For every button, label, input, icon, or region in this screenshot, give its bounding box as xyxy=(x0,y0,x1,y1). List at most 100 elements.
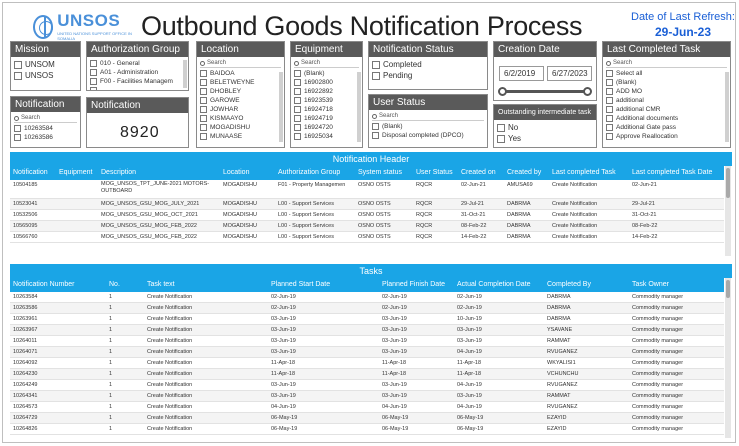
location-option[interactable]: BAIDOA xyxy=(200,69,281,78)
equipment-option[interactable]: 16924718 xyxy=(294,105,359,114)
date-range-track[interactable] xyxy=(502,90,590,93)
auth-group-scrollbar[interactable] xyxy=(183,60,187,88)
checkbox[interactable] xyxy=(200,106,207,113)
location-option[interactable]: MOGADISHU xyxy=(200,123,281,132)
scroll-thumb[interactable] xyxy=(726,280,730,298)
location-option[interactable]: MUNAASE xyxy=(200,132,281,141)
checkbox[interactable] xyxy=(372,132,379,139)
equipment-option[interactable]: 16925034 xyxy=(294,132,359,141)
column-header[interactable]: Last completed Task Date xyxy=(629,166,724,180)
last-task-option[interactable]: ADD MO xyxy=(606,87,727,96)
column-header[interactable]: Location xyxy=(220,166,275,180)
checkbox[interactable] xyxy=(606,115,613,122)
checkbox[interactable] xyxy=(294,115,301,122)
last-task-option[interactable]: Approve Reallocation xyxy=(606,132,727,141)
end-date-handle[interactable] xyxy=(583,87,592,96)
checkbox[interactable] xyxy=(200,133,207,140)
table-row[interactable]: 10264071 1 Create Notification 03-Jun-19 03-… xyxy=(10,347,724,358)
mission-option-unsos[interactable]: UNSOS xyxy=(14,70,77,81)
checkbox[interactable] xyxy=(606,79,613,86)
equipment-option[interactable]: 16924719 xyxy=(294,114,359,123)
checkbox[interactable] xyxy=(14,134,21,141)
checkbox[interactable] xyxy=(14,125,21,132)
checkbox[interactable] xyxy=(200,97,207,104)
location-option[interactable]: DHOBLEY xyxy=(200,87,281,96)
column-header[interactable]: Task Owner xyxy=(629,278,724,292)
location-option[interactable]: GAROWE xyxy=(200,96,281,105)
equipment-option[interactable]: 16922892 xyxy=(294,87,359,96)
notification-table-scrollbar[interactable] xyxy=(725,166,731,256)
column-header[interactable]: Description xyxy=(98,166,220,180)
checkbox[interactable] xyxy=(497,123,505,132)
outstanding-option-yes[interactable]: Yes xyxy=(497,133,593,144)
column-header[interactable]: No. xyxy=(106,278,144,292)
column-header[interactable]: Notification Number xyxy=(10,278,106,292)
table-row[interactable]: 10264729 1 Create Notification 06-May-19 06-… xyxy=(10,413,724,424)
checkbox[interactable] xyxy=(294,79,301,86)
equipment-option[interactable]: 16923539 xyxy=(294,96,359,105)
checkbox[interactable] xyxy=(606,106,613,113)
table-row[interactable]: 10263586 1 Create Notification 02-Jun-19 02-… xyxy=(10,303,724,314)
notification-option[interactable]: 10263586 xyxy=(14,133,77,142)
last-task-option[interactable]: Additional documents xyxy=(606,114,727,123)
auth-group-option[interactable]: - - - - - - - - - - xyxy=(90,86,185,90)
table-row[interactable]: 10532506 MOG_UNSOS_GSU_MOG_OCT_2021 MOGADI… xyxy=(10,210,724,221)
last-task-option[interactable]: additional xyxy=(606,96,727,105)
checkbox[interactable] xyxy=(294,97,301,104)
location-search[interactable]: Search xyxy=(200,59,281,68)
column-header[interactable]: Actual Completion Date xyxy=(454,278,544,292)
location-option[interactable]: JOWHAR xyxy=(200,105,281,114)
table-row[interactable]: 10264341 1 Create Notification 03-Jun-19 03-… xyxy=(10,391,724,402)
column-header[interactable]: Notification xyxy=(10,166,56,180)
checkbox[interactable] xyxy=(294,106,301,113)
outstanding-option-no[interactable]: No xyxy=(497,122,593,133)
auth-group-option[interactable]: F00 - Facilities Managem xyxy=(90,77,185,86)
checkbox[interactable] xyxy=(14,71,22,80)
checkbox[interactable] xyxy=(14,60,22,69)
user-status-option[interactable]: Disposal completed (DPCO) xyxy=(372,131,484,140)
tasks-table-scrollbar[interactable] xyxy=(725,278,731,438)
checkbox[interactable] xyxy=(90,69,97,76)
checkbox[interactable] xyxy=(90,78,97,85)
checkbox[interactable] xyxy=(606,133,613,140)
column-header[interactable]: Completed By xyxy=(544,278,629,292)
checkbox[interactable] xyxy=(606,70,613,77)
column-header[interactable]: Last completed Task xyxy=(549,166,629,180)
notification-search[interactable]: Search xyxy=(14,114,77,123)
scroll-thumb[interactable] xyxy=(726,168,730,198)
checkbox[interactable] xyxy=(200,70,207,77)
location-scrollbar[interactable] xyxy=(279,72,283,142)
last-task-option[interactable]: additional CMR xyxy=(606,105,727,114)
equipment-option[interactable]: 16924720 xyxy=(294,123,359,132)
checkbox[interactable] xyxy=(294,70,301,77)
last-task-option[interactable]: Select all xyxy=(606,69,727,78)
table-row[interactable]: 10566760 MOG_UNSOS_GSU_MOG_FEB_2022 MOGADI… xyxy=(10,232,724,243)
last-task-option[interactable]: (Blank) xyxy=(606,78,727,87)
column-header[interactable]: System status xyxy=(355,166,413,180)
column-header[interactable]: Planned Finish Date xyxy=(379,278,454,292)
checkbox[interactable] xyxy=(606,88,613,95)
last-task-search[interactable]: Search xyxy=(606,59,727,68)
checkbox[interactable] xyxy=(294,88,301,95)
table-row[interactable]: 10263967 1 Create Notification 03-Jun-19 03-… xyxy=(10,325,724,336)
table-row[interactable]: 10264092 1 Create Notification 11-Apr-18 11-… xyxy=(10,358,724,369)
checkbox[interactable] xyxy=(200,88,207,95)
table-row[interactable]: 10263584 1 Create Notification 02-Jun-19 02-… xyxy=(10,292,724,303)
location-option[interactable]: BELETWEYNE xyxy=(200,78,281,87)
checkbox[interactable] xyxy=(606,124,613,131)
table-row[interactable]: 10504185 MOG_UNSOS_TPT_JUNE-2021 MOTORS-O… xyxy=(10,180,724,199)
table-row[interactable]: 10263961 1 Create Notification 03-Jun-19 03-… xyxy=(10,314,724,325)
start-date-input[interactable]: 6/2/2019 xyxy=(499,66,544,81)
checkbox[interactable] xyxy=(372,123,379,130)
column-header[interactable]: Created on xyxy=(458,166,504,180)
checkbox[interactable] xyxy=(372,71,380,80)
checkbox[interactable] xyxy=(200,115,207,122)
table-row[interactable]: 10264826 1 Create Notification 06-May-19 06-… xyxy=(10,424,724,435)
checkbox[interactable] xyxy=(200,124,207,131)
end-date-input[interactable]: 6/27/2023 xyxy=(547,66,592,81)
checkbox[interactable] xyxy=(90,87,97,90)
table-row[interactable]: 10264230 1 Create Notification 11-Apr-18 11-… xyxy=(10,369,724,380)
equipment-option[interactable]: (Blank) xyxy=(294,69,359,78)
checkbox[interactable] xyxy=(372,60,380,69)
column-header[interactable]: Task text xyxy=(144,278,268,292)
